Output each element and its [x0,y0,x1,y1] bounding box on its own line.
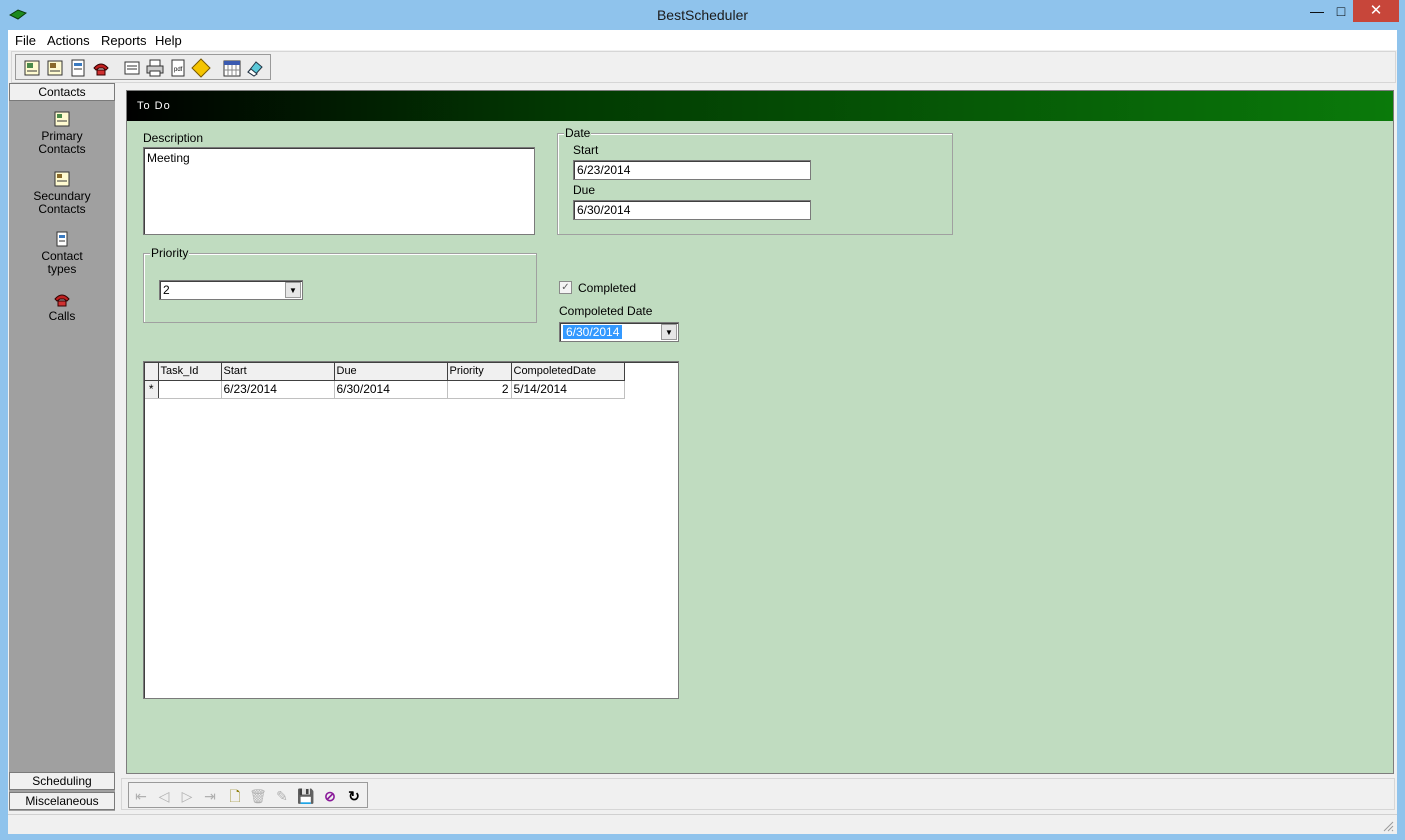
sidebar-item-secundary-contacts[interactable]: Secundary Contacts [9,171,115,216]
banner-title: To Do [137,100,171,112]
menu-reports[interactable]: Reports [101,33,147,48]
table-header-row: Task_Id Start Due Priority CompoletedDat… [145,363,625,381]
menu-bar: File Actions Reports Help [8,30,1397,50]
sidebar-item-label-line1: Contact [41,249,83,263]
table-row[interactable]: * 6/23/2014 6/30/2014 2 5/14/2014 [145,380,625,399]
next-record-icon[interactable]: ▷ [177,786,197,806]
due-label: Due [573,183,596,197]
resize-grip-icon[interactable] [1382,820,1394,832]
priority-select[interactable]: 2 ▼ [159,280,303,300]
main-toolbar: pdf [11,51,1396,83]
sidebar-item-label-line2: types [47,262,77,276]
column-header-task-id[interactable]: Task_Id [158,363,222,381]
sidebar-item-label-line1: Secundary [33,189,91,203]
sidebar-item-label-line1: Calls [48,309,76,323]
sidebar-item-contact-types[interactable]: Contact types [9,231,115,276]
appointments-icon[interactable] [122,58,142,78]
delete-record-icon[interactable]: 🗑 [248,786,268,806]
new-row-marker: * [145,380,159,399]
tasks-table: Task_Id Start Due Priority CompoletedDat… [145,363,625,399]
date-groupbox: Date Start 6/23/2014 Due 6/30/2014 [557,126,953,235]
completed-date-selected-value: 6/30/2014 [563,325,623,339]
diamond-icon[interactable] [191,58,211,78]
contact-types-icon [56,231,68,247]
calls-icon [54,294,70,307]
menu-help[interactable]: Help [155,33,182,48]
description-label: Description [143,131,204,145]
completed-date-label: Compoleted Date [559,304,653,318]
record-navigator: ⇤ ◁ ▷ ⇥ 🗋 🗑 ✎ 💾 ⊘ ↻ [121,778,1395,810]
navigator-button-group: ⇤ ◁ ▷ ⇥ 🗋 🗑 ✎ 💾 ⊘ ↻ [128,782,368,808]
calendar-icon[interactable] [222,58,242,78]
status-bar [8,814,1397,834]
eraser-icon[interactable] [245,58,265,78]
title-bar: BestScheduler — □ ✕ [0,0,1405,30]
cell-start[interactable]: 6/23/2014 [221,380,335,399]
chevron-down-icon[interactable]: ▼ [285,282,301,298]
minimize-button[interactable]: — [1304,0,1330,22]
cell-task-id[interactable] [158,380,222,399]
previous-record-icon[interactable]: ◁ [154,786,174,806]
sidebar-header-contacts[interactable]: Contacts [9,83,115,101]
sidebar-item-label-line2: Contacts [38,202,86,216]
primary-contacts-icon[interactable] [22,58,42,78]
tasks-grid[interactable]: Task_Id Start Due Priority CompoletedDat… [143,361,679,699]
pdf-report-icon[interactable]: pdf [168,58,188,78]
start-date-input[interactable]: 6/23/2014 [573,160,811,180]
row-header-corner [145,363,159,381]
chevron-down-icon[interactable]: ▼ [661,324,677,340]
sidebar-header-miscelaneous[interactable]: Miscelaneous [9,792,115,810]
priority-selected-value: 2 [163,283,170,297]
printer-icon[interactable] [145,58,165,78]
toolbar-button-group: pdf [15,54,271,80]
menu-actions[interactable]: Actions [47,33,90,48]
menu-file[interactable]: File [15,33,36,48]
maximize-button[interactable]: □ [1328,0,1354,22]
app-frame: File Actions Reports Help pdf Contacts P… [8,30,1397,834]
cell-due[interactable]: 6/30/2014 [334,380,448,399]
secondary-contacts-icon[interactable] [45,58,65,78]
calls-icon[interactable] [91,58,111,78]
sidebar-header-scheduling[interactable]: Scheduling [9,772,115,790]
sidebar-item-primary-contacts[interactable]: Primary Contacts [9,111,115,156]
completed-label: Completed [578,281,637,295]
completed-date-picker[interactable]: 6/30/2014 ▼ [559,322,679,342]
svg-text:pdf: pdf [174,67,183,73]
column-header-priority[interactable]: Priority [447,363,512,381]
completed-checkbox[interactable]: ✓ [559,281,572,294]
refresh-icon[interactable]: ↻ [344,786,364,806]
priority-group-title: Priority [150,246,190,260]
start-label: Start [573,143,599,157]
column-header-completed-date[interactable]: CompoletedDate [511,363,625,381]
due-date-input[interactable]: 6/30/2014 [573,200,811,220]
first-record-icon[interactable]: ⇤ [131,786,151,806]
description-textarea[interactable]: Meeting [143,147,535,235]
sidebar-item-calls[interactable]: Calls [9,291,115,323]
contact-types-icon[interactable] [68,58,88,78]
cancel-edit-icon[interactable]: ⊘ [320,786,340,806]
secondary-contacts-icon [54,171,70,187]
window-title: BestScheduler [656,7,749,23]
cell-completed-date[interactable]: 5/14/2014 [511,380,625,399]
edit-record-icon[interactable]: ✎ [272,786,292,806]
priority-groupbox: Priority 2 ▼ [143,246,537,323]
new-record-icon[interactable]: 🗋 [225,786,245,806]
primary-contacts-icon [54,111,70,127]
date-group-title: Date [564,126,592,140]
column-header-start[interactable]: Start [221,363,335,381]
sidebar-item-label-line2: Contacts [38,142,86,156]
save-record-icon[interactable]: 💾 [296,786,316,806]
sidebar-item-label-line1: Primary [41,129,83,143]
form-banner: To Do [127,91,1393,121]
todo-form-panel: To Do Description Meeting Date Start 6/2… [126,90,1394,774]
cell-priority[interactable]: 2 [447,380,512,399]
close-button[interactable]: ✕ [1353,0,1399,22]
last-record-icon[interactable]: ⇥ [200,786,220,806]
column-header-due[interactable]: Due [334,363,448,381]
outlook-sidebar: Contacts Primary Contacts Secundary Cont… [9,83,115,811]
